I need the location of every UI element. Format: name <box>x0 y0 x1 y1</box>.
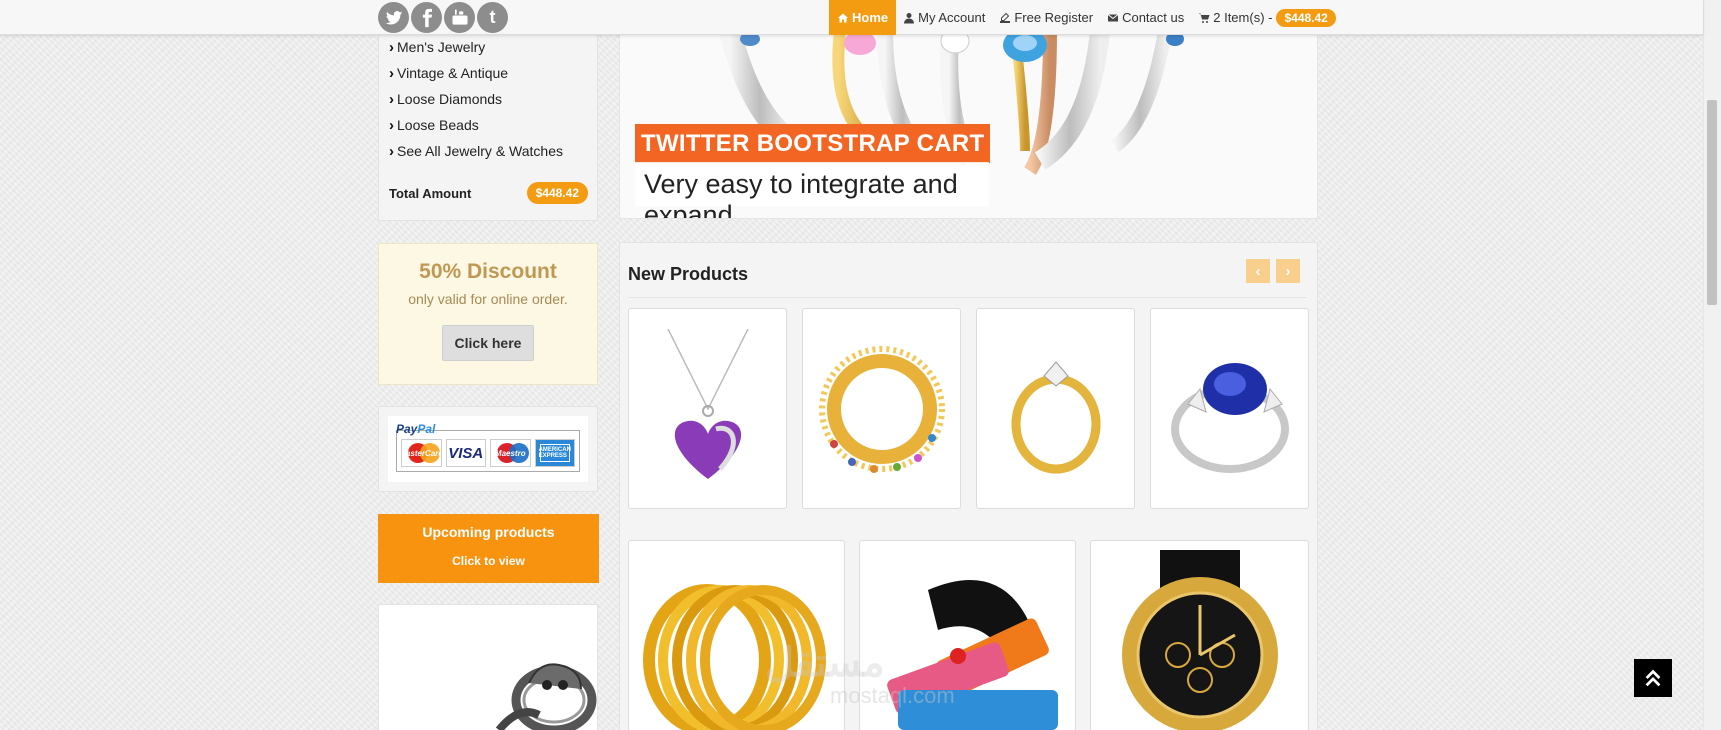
mastercard-label: MasterCard <box>401 448 442 458</box>
gold-necklace-image <box>818 345 945 473</box>
heart-pendant-image <box>666 328 749 479</box>
home-icon <box>838 13 848 22</box>
youtube-icon[interactable] <box>444 2 475 33</box>
carousel-prev-button[interactable]: ‹ <box>1246 259 1270 283</box>
sidebar-product-image[interactable] <box>378 604 598 730</box>
chevron-right-icon: › <box>389 142 394 160</box>
upcoming-link: Click to view <box>452 554 525 568</box>
chevron-right-icon: › <box>389 64 394 82</box>
new-products-panel: New Products ‹ › <box>619 242 1318 730</box>
hero-slider[interactable]: TWITTER BOOTSTRAP CART Very easy to inte… <box>619 30 1318 219</box>
payment-methods-panel: PayPal MasterCard VISA Maestro AMERICAN … <box>378 406 598 492</box>
scrollbar-thumb[interactable] <box>1707 100 1717 305</box>
chevron-right-icon: › <box>389 116 394 134</box>
category-item[interactable]: › Loose Diamonds <box>389 86 563 112</box>
product-card[interactable] <box>628 308 787 509</box>
category-label: Loose Diamonds <box>397 91 503 107</box>
total-amount-badge: $448.42 <box>526 182 588 204</box>
cart-icon <box>1198 13 1210 23</box>
main-nav: Home My Account Free Register Contact us… <box>829 0 1343 35</box>
amex-label: AMERICAN EXPRESS <box>539 444 571 462</box>
sapphire-ring-image <box>1170 362 1289 473</box>
twitter-icon[interactable] <box>378 2 409 33</box>
divider <box>628 297 1307 298</box>
nav-contact-label: Contact us <box>1122 10 1185 25</box>
mastercard-icon: MasterCard <box>401 439 442 467</box>
new-products-title: New Products <box>628 264 749 284</box>
amex-icon: AMERICAN EXPRESS <box>534 439 575 467</box>
discount-subtitle: only valid for online order. <box>408 291 568 307</box>
category-item[interactable]: › Loose Beads <box>389 112 563 138</box>
nav-cart[interactable]: 2 Item(s) - $448.42 <box>1191 0 1343 35</box>
card-logos: MasterCard VISA Maestro AMERICAN EXPRESS <box>396 430 580 472</box>
category-list: › Men's Jewelry › Vintage & Antique › Loose… <box>389 34 563 164</box>
product-card[interactable] <box>802 308 961 509</box>
category-item[interactable]: › Vintage & Antique <box>389 60 563 86</box>
nav-my-account[interactable]: My Account <box>896 0 992 35</box>
facebook-icon[interactable] <box>411 2 442 33</box>
tumblr-icon[interactable]: t <box>477 2 508 33</box>
product-card[interactable] <box>1090 540 1309 730</box>
gold-bangles-image <box>642 584 826 730</box>
medical-bracelets-image <box>886 580 1058 730</box>
nav-home-label: Home <box>852 10 889 25</box>
category-panel: › Men's Jewelry › Vintage & Antique › Loose… <box>378 30 598 221</box>
chevron-right-icon: › <box>389 90 394 108</box>
maestro-icon: Maestro <box>490 439 531 467</box>
user-icon <box>904 12 915 23</box>
total-amount-row: Total Amount $448.42 <box>389 182 588 204</box>
upcoming-products-banner[interactable]: Upcoming products Click to view <box>378 514 599 583</box>
hero-title: TWITTER BOOTSTRAP CART <box>635 124 991 163</box>
category-label: See All Jewelry & Watches <box>397 143 563 159</box>
gold-watch-image <box>1121 550 1278 730</box>
maestro-label: Maestro <box>494 448 526 458</box>
social-links: t <box>378 2 508 33</box>
edit-icon <box>1000 12 1011 23</box>
carousel-next-button[interactable]: › <box>1276 259 1300 283</box>
nav-register-label: Free Register <box>1014 10 1094 25</box>
visa-icon: VISA <box>445 439 486 467</box>
top-navbar: t Home My Account Free Register Contact … <box>0 0 1703 35</box>
discount-panel: 50% Discount only valid for online order… <box>378 243 598 385</box>
category-label: Vintage & Antique <box>397 65 509 81</box>
category-label: Loose Beads <box>397 117 479 133</box>
visa-label: VISA <box>448 444 484 462</box>
paypal-logo: PayPal MasterCard VISA Maestro AMERICAN … <box>388 416 588 482</box>
back-to-top-button[interactable] <box>1634 659 1672 697</box>
product-card[interactable] <box>976 308 1135 509</box>
upcoming-title: Upcoming products <box>422 524 555 540</box>
double-chevron-up-icon <box>1645 669 1661 687</box>
hero-subtitle: Very easy to integrate and expand. <box>635 162 989 218</box>
tumblr-letter: t <box>489 7 496 27</box>
skull-ring-image <box>495 663 597 730</box>
nav-contact-us[interactable]: Contact us <box>1100 0 1191 35</box>
paypal-word-a: Pay <box>396 422 418 436</box>
nav-account-label: My Account <box>918 10 986 25</box>
nav-free-register[interactable]: Free Register <box>992 0 1100 35</box>
product-card[interactable] <box>1150 308 1309 509</box>
discount-title: 50% Discount <box>419 260 557 283</box>
cart-total-badge: $448.42 <box>1276 8 1336 27</box>
discount-click-here-button[interactable]: Click here <box>441 325 535 361</box>
product-card[interactable] <box>859 540 1076 730</box>
category-item[interactable]: › See All Jewelry & Watches <box>389 138 563 164</box>
paypal-word-b: Pal <box>417 422 436 436</box>
nav-cart-label: 2 Item(s) - <box>1213 10 1273 25</box>
chevron-right-icon: › <box>389 38 394 56</box>
product-card[interactable] <box>628 540 845 730</box>
category-item[interactable]: › Men's Jewelry <box>389 34 563 60</box>
total-amount-label: Total Amount <box>389 185 472 201</box>
nav-home[interactable]: Home <box>829 0 897 35</box>
envelope-icon <box>1107 13 1119 21</box>
gold-ring-image <box>1011 360 1100 473</box>
category-label: Men's Jewelry <box>397 39 486 55</box>
